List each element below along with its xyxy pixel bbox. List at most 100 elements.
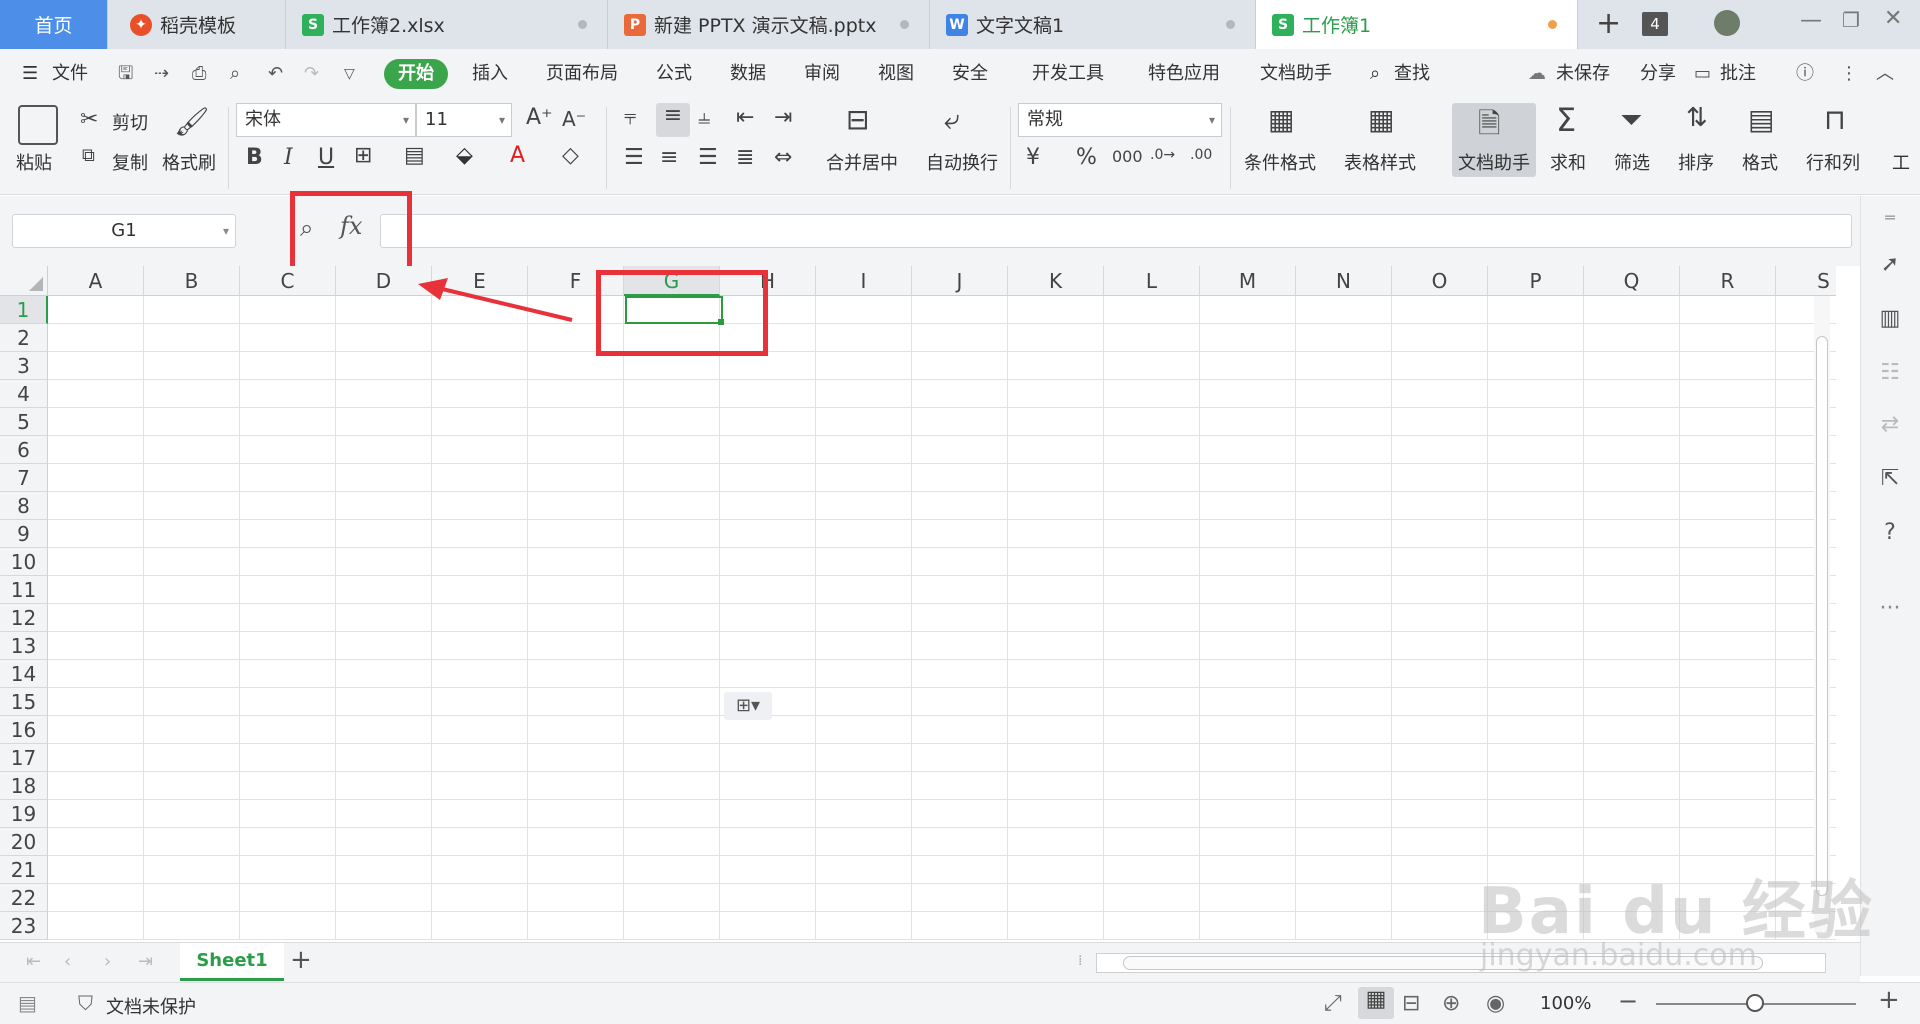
doc-assistant-button[interactable]: 文档助手 bbox=[1458, 149, 1530, 175]
number-format-select[interactable]: 常规 bbox=[1018, 103, 1222, 137]
menu-security[interactable]: 安全 bbox=[952, 59, 988, 89]
menu-file[interactable]: 文件 bbox=[52, 59, 88, 89]
share-button[interactable]: 分享 bbox=[1640, 59, 1676, 89]
next-sheet-icon[interactable]: › bbox=[104, 951, 111, 972]
table-style-button[interactable]: 表格样式 bbox=[1344, 149, 1416, 175]
tab-workbook1-active[interactable]: S 工作簿1 bbox=[1256, 0, 1578, 49]
help-icon[interactable]: ⓘ bbox=[1796, 59, 1814, 89]
comment-button[interactable]: 批注 bbox=[1720, 59, 1756, 89]
menu-data[interactable]: 数据 bbox=[730, 59, 766, 89]
percent-icon[interactable]: % bbox=[1076, 145, 1097, 170]
filter-icon[interactable]: ⏷ bbox=[1620, 103, 1642, 137]
sum-button[interactable]: 求和 bbox=[1550, 149, 1586, 175]
zoom-out-icon[interactable]: − bbox=[1618, 987, 1638, 1015]
chart-icon[interactable]: ▥ bbox=[1875, 306, 1905, 336]
sheet-tab-sheet1[interactable]: Sheet1 bbox=[180, 943, 284, 981]
name-box[interactable]: G1 ▾ bbox=[12, 214, 236, 248]
more-icon[interactable]: ⋮ bbox=[1840, 59, 1858, 89]
restore-icon[interactable]: ❐ bbox=[1842, 8, 1860, 32]
menu-search[interactable]: 查找 bbox=[1394, 59, 1430, 89]
hamburger-icon[interactable]: ☰ bbox=[22, 59, 38, 89]
underline-icon[interactable]: U bbox=[318, 145, 334, 170]
help-circle-icon[interactable]: ? bbox=[1875, 520, 1905, 550]
align-right-icon[interactable]: ☰ bbox=[698, 145, 718, 170]
decrease-font-icon[interactable]: A⁻ bbox=[562, 107, 586, 131]
redo-icon[interactable]: ↷ bbox=[304, 59, 319, 89]
export-icon[interactable]: ⇢ bbox=[154, 59, 169, 89]
font-family-select[interactable]: 宋体 bbox=[236, 103, 416, 137]
menu-special[interactable]: 特色应用 bbox=[1148, 59, 1220, 89]
rows-cols-button[interactable]: 行和列 bbox=[1806, 149, 1860, 175]
print-preview-icon[interactable]: ⌕ bbox=[230, 59, 240, 89]
font-color-icon[interactable]: A bbox=[510, 143, 525, 168]
menu-review[interactable]: 审阅 bbox=[804, 59, 840, 89]
thousands-icon[interactable]: 000 bbox=[1112, 147, 1143, 166]
fullscreen-icon[interactable]: ⤢ bbox=[1324, 991, 1342, 1016]
currency-icon[interactable]: ¥ bbox=[1026, 145, 1040, 170]
table-style-icon[interactable]: ▦ bbox=[1368, 103, 1394, 136]
align-top-icon[interactable]: ⫧ bbox=[624, 105, 636, 130]
justify-icon[interactable]: ≣ bbox=[736, 145, 754, 170]
align-left-icon[interactable]: ☰ bbox=[624, 145, 644, 170]
align-center-icon[interactable]: ≡ bbox=[660, 145, 678, 170]
save-icon[interactable]: 🖫 bbox=[118, 59, 133, 89]
format-painter-icon[interactable]: 🖌 bbox=[174, 105, 210, 138]
menu-insert[interactable]: 插入 bbox=[472, 59, 508, 89]
first-sheet-icon[interactable]: ⇤ bbox=[26, 951, 41, 972]
format-painter-button[interactable]: 格式刷 bbox=[162, 149, 216, 175]
add-sheet-icon[interactable]: + bbox=[290, 945, 312, 975]
fill-color-icon[interactable]: ⬙ bbox=[456, 143, 473, 168]
search-icon[interactable]: ⌕ bbox=[1370, 59, 1380, 89]
increase-font-icon[interactable]: A⁺ bbox=[526, 105, 553, 130]
sync-icon[interactable]: ⇄ bbox=[1875, 412, 1905, 442]
copy-icon[interactable]: ⧉ bbox=[82, 145, 95, 166]
menu-view[interactable]: 视图 bbox=[878, 59, 914, 89]
doc-assistant-icon[interactable]: 🗎 bbox=[1478, 103, 1501, 151]
merge-center-icon[interactable]: ⊟ bbox=[846, 103, 869, 136]
format-button[interactable]: 格式 bbox=[1742, 149, 1778, 175]
customize-dropdown-icon[interactable]: ▽ bbox=[344, 59, 355, 89]
menu-dev-tools[interactable]: 开发工具 bbox=[1032, 59, 1104, 89]
conditional-format-icon[interactable]: ▦ bbox=[1268, 103, 1294, 136]
copy-button[interactable]: 复制 bbox=[112, 149, 148, 175]
sum-icon[interactable]: Σ bbox=[1556, 101, 1576, 139]
close-dot-icon[interactable] bbox=[1226, 20, 1235, 29]
close-dot-icon[interactable] bbox=[578, 20, 587, 29]
split-handle-icon[interactable]: ⁞ bbox=[1078, 953, 1092, 973]
indent-decrease-icon[interactable]: ⇤ bbox=[736, 105, 754, 130]
macro-icon[interactable]: ▤ bbox=[18, 991, 37, 1015]
menu-assistant[interactable]: 文档助手 bbox=[1260, 59, 1332, 89]
filter-button[interactable]: 筛选 bbox=[1614, 149, 1650, 175]
zoom-in-icon[interactable]: + bbox=[1878, 985, 1900, 1015]
cursor-icon[interactable]: ➚ bbox=[1875, 252, 1905, 282]
italic-icon[interactable]: I bbox=[284, 145, 293, 170]
menu-layout[interactable]: 页面布局 bbox=[546, 59, 618, 89]
tab-templates[interactable]: ✦ 稻壳模板 bbox=[108, 0, 286, 49]
new-tab-icon[interactable]: + bbox=[1596, 6, 1621, 41]
menu-start[interactable]: 开始 bbox=[384, 59, 448, 89]
eye-protect-icon[interactable]: ◉ bbox=[1486, 991, 1505, 1016]
format-icon[interactable]: ▤ bbox=[1748, 103, 1774, 136]
last-sheet-icon[interactable]: ⇥ bbox=[138, 951, 153, 972]
share-out-icon[interactable]: ⇱ bbox=[1875, 466, 1905, 496]
cut-button[interactable]: 剪切 bbox=[112, 109, 148, 135]
font-size-select[interactable]: 11 bbox=[416, 103, 512, 137]
align-bottom-icon[interactable]: ⫨ bbox=[698, 105, 710, 130]
more-tools-button[interactable]: 工 bbox=[1892, 149, 1910, 175]
decrease-decimal-icon[interactable]: .00 bbox=[1190, 147, 1212, 163]
chevron-down-icon[interactable]: ▾ bbox=[223, 215, 229, 247]
menu-formula[interactable]: 公式 bbox=[656, 59, 692, 89]
tab-home[interactable]: 首页 bbox=[0, 0, 108, 49]
clear-format-icon[interactable]: ◇ bbox=[562, 143, 579, 168]
close-dot-icon[interactable] bbox=[900, 20, 909, 29]
settings-sliders-icon[interactable]: ☷ bbox=[1875, 360, 1905, 390]
sort-button[interactable]: 排序 bbox=[1678, 149, 1714, 175]
zoom-level[interactable]: 100% bbox=[1540, 993, 1591, 1014]
unsaved-dot-icon[interactable] bbox=[1548, 20, 1557, 29]
tab-doc[interactable]: W 文字文稿1 bbox=[930, 0, 1256, 49]
paste-icon[interactable] bbox=[18, 105, 58, 145]
prev-sheet-icon[interactable]: ‹ bbox=[64, 951, 71, 972]
fill-style-icon[interactable]: ▤ bbox=[404, 143, 425, 168]
unsaved-status[interactable]: 未保存 bbox=[1556, 59, 1610, 89]
distribute-icon[interactable]: ⇔ bbox=[774, 145, 792, 170]
